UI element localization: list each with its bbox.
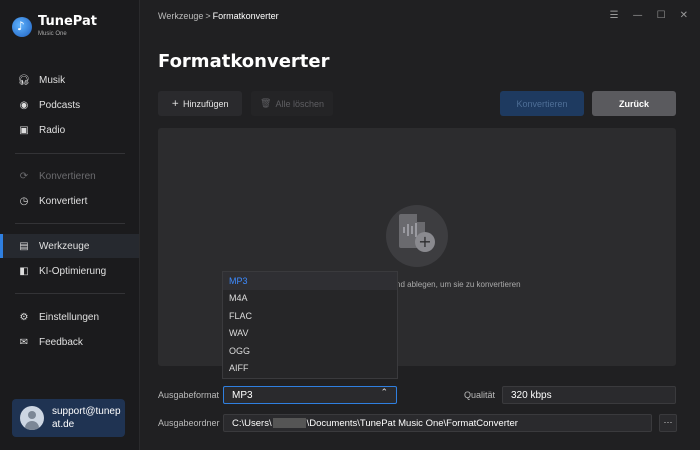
minimize-icon[interactable]: — (633, 10, 643, 21)
avatar (20, 406, 44, 430)
add-button-label: Hinzufügen (183, 98, 229, 109)
quality-value: 320 kbps (511, 389, 552, 401)
sidebar-divider (15, 223, 125, 224)
tunepat-logo-icon (12, 17, 32, 37)
breadcrumb-current: Formatkonverter (212, 11, 279, 21)
clear-all-button[interactable]: 🗑︎ Alle löschen (251, 91, 333, 116)
plus-icon: + (415, 232, 435, 252)
page-title: Formatkonverter (158, 51, 330, 72)
gear-icon: ⚙ (19, 311, 29, 323)
sidebar-divider (15, 153, 125, 154)
mail-icon: ✉ (19, 336, 29, 348)
convert-icon: ⟳ (19, 170, 29, 182)
sidebar-item-ki-optimierung[interactable]: ◧ KI-Optimierung (0, 259, 139, 283)
radio-icon: ▣ (19, 124, 29, 136)
sidebar-item-label: Konvertieren (39, 170, 96, 182)
breadcrumb-separator: > (205, 11, 211, 21)
sidebar-item-feedback[interactable]: ✉ Feedback (0, 330, 139, 354)
drop-zone-hint: nd ablegen, um sie zu konvertieren (396, 280, 521, 289)
sidebar: TunePat Music One 🎧︎ Musik ◉ Podcasts ▣ … (0, 0, 140, 450)
sidebar-item-konvertieren[interactable]: ⟳ Konvertieren (0, 164, 139, 188)
plus-icon: + (171, 98, 179, 109)
sidebar-item-musik[interactable]: 🎧︎ Musik (0, 68, 139, 92)
output-format-value: MP3 (232, 389, 253, 401)
sidebar-item-werkzeuge[interactable]: ▤ Werkzeuge (0, 234, 139, 258)
sidebar-item-label: Feedback (39, 336, 83, 348)
close-icon[interactable]: ✕ (680, 10, 688, 21)
back-button-label: Zurück (618, 98, 649, 109)
add-button[interactable]: + Hinzufügen (158, 91, 242, 116)
sidebar-item-label: KI-Optimierung (39, 265, 107, 277)
output-path-suffix: \Documents\TunePat Music One\FormatConve… (306, 417, 518, 429)
breadcrumb: Werkzeuge > Formatkonverter (158, 11, 279, 21)
format-option-flac[interactable]: FLAC (223, 307, 397, 325)
sidebar-item-einstellungen[interactable]: ⚙ Einstellungen (0, 305, 139, 329)
brand: TunePat Music One (12, 14, 97, 37)
app-subtitle: Music One (38, 31, 67, 37)
output-format-label: Ausgabeformat (158, 390, 220, 400)
format-option-aiff[interactable]: AIFF (223, 360, 397, 378)
output-folder-field[interactable]: C:\Users\ \Documents\TunePat Music One\Fo… (223, 414, 652, 432)
user-email: support@tunepat.de (52, 406, 121, 430)
browse-folder-button[interactable]: ··· (659, 414, 677, 432)
podcast-icon: ◉ (19, 99, 29, 111)
back-button[interactable]: Zurück (592, 91, 676, 116)
sidebar-item-label: Musik (39, 74, 66, 86)
sidebar-divider (15, 293, 125, 294)
convert-button[interactable]: Konvertieren (500, 91, 584, 116)
format-option-m4a[interactable]: M4A (223, 290, 397, 308)
convert-button-label: Konvertieren (516, 98, 568, 109)
format-option-mp3[interactable]: MP3 (223, 272, 397, 290)
output-folder-label: Ausgabeordner (158, 418, 220, 428)
maximize-icon[interactable]: ☐ (657, 10, 666, 21)
sidebar-item-label: Konvertiert (39, 195, 88, 207)
toolbox-icon: ▤ (19, 240, 29, 252)
sidebar-item-podcasts[interactable]: ◉ Podcasts (0, 93, 139, 117)
breadcrumb-parent[interactable]: Werkzeuge (158, 11, 203, 21)
sidebar-item-label: Werkzeuge (39, 240, 90, 252)
sidebar-item-label: Einstellungen (39, 311, 100, 323)
ai-icon: ◧ (19, 265, 29, 277)
waveform-icon (403, 223, 417, 237)
sidebar-item-konvertiert[interactable]: ◷ Konvertiert (0, 189, 139, 213)
window-controls: ☰ — ☐ ✕ (610, 10, 688, 21)
headphones-icon: 🎧︎ (17, 74, 31, 86)
quality-select[interactable]: 320 kbps (502, 386, 676, 404)
format-option-ogg[interactable]: OGG (223, 342, 397, 360)
clear-all-button-label: Alle löschen (275, 98, 324, 109)
add-audio-file-icon: + (386, 205, 448, 267)
trash-icon: 🗑︎ (260, 98, 272, 109)
sidebar-item-label: Podcasts (39, 99, 81, 111)
format-option-wav[interactable]: WAV (223, 325, 397, 343)
quality-label: Qualität (464, 390, 496, 400)
app-name: TunePat (38, 14, 97, 29)
chevron-up-icon: ⌃ (380, 388, 388, 398)
output-path-prefix: C:\Users\ (232, 417, 272, 429)
format-dropdown-menu: MP3 M4A FLAC WAV OGG AIFF (222, 271, 398, 379)
redacted-username (272, 418, 306, 428)
sidebar-item-label: Radio (39, 124, 66, 136)
user-account-button[interactable]: support@tunepat.de (12, 399, 125, 437)
output-format-select[interactable]: MP3 ⌃ (223, 386, 397, 404)
clock-icon: ◷ (19, 195, 29, 207)
sidebar-item-radio[interactable]: ▣ Radio (0, 118, 139, 142)
menu-icon[interactable]: ☰ (610, 10, 619, 21)
